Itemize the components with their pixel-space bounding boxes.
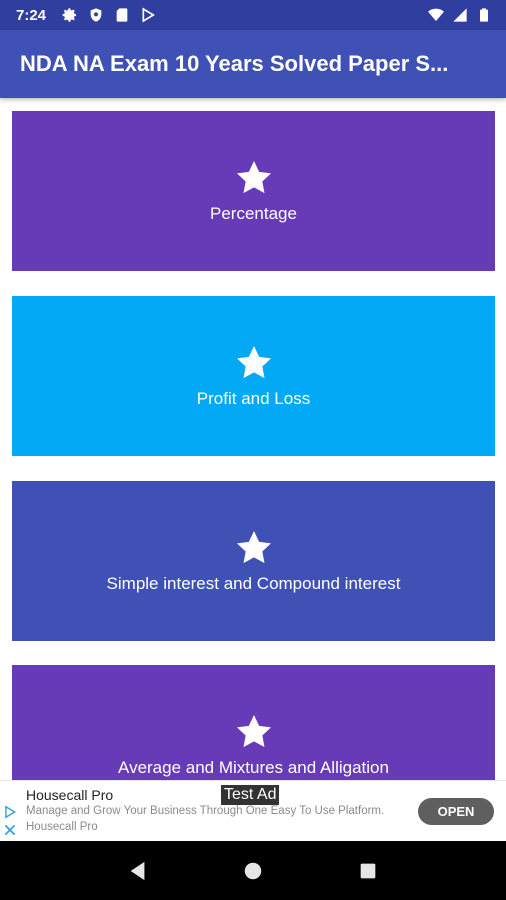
status-icons-left [62, 7, 156, 23]
ad-banner[interactable]: Housecall Pro Manage and Grow Your Busin… [0, 780, 506, 841]
topic-card-label: Simple interest and Compound interest [106, 574, 401, 593]
back-icon[interactable] [127, 860, 149, 882]
ad-description[interactable]: Manage and Grow Your Business Through On… [26, 805, 384, 817]
ad-choices-icon[interactable] [3, 805, 17, 819]
ad-open-button[interactable]: OPEN [418, 798, 494, 825]
sd-card-icon [116, 8, 128, 22]
topic-card-simple-and-compound-interest[interactable]: Simple interest and Compound interest [12, 481, 495, 641]
recents-icon[interactable] [357, 860, 379, 882]
ad-sub-label[interactable]: Housecall Pro [26, 821, 98, 833]
star-icon [236, 715, 271, 748]
topic-card-label: Profit and Loss [196, 389, 311, 408]
battery-icon [480, 8, 488, 22]
star-icon [236, 346, 271, 379]
shield-icon [90, 8, 102, 22]
topic-card-average-and-mixtures[interactable]: Average and Mixtures and Alligation [12, 665, 495, 780]
system-nav-bar [0, 841, 506, 900]
status-bar: 7:24 [0, 0, 506, 30]
status-time: 7:24 [16, 6, 47, 24]
wifi-icon [428, 8, 444, 21]
star-icon [236, 161, 271, 194]
signal-icon [453, 8, 467, 22]
topic-card-profit-and-loss[interactable]: Profit and Loss [12, 296, 495, 456]
play-store-icon [142, 7, 155, 23]
home-icon[interactable] [242, 860, 264, 882]
star-icon [236, 531, 271, 564]
settings-icon [62, 8, 77, 22]
close-icon[interactable] [3, 823, 17, 837]
app-bar: NDA NA Exam 10 Years Solved Paper S... [0, 30, 506, 98]
topic-card-percentage[interactable]: Percentage [12, 111, 495, 271]
app-title: NDA NA Exam 10 Years Solved Paper S... [20, 51, 449, 76]
topic-list[interactable]: Percentage Profit and Loss Simple intere… [0, 98, 506, 780]
ad-advertiser[interactable]: Housecall Pro [26, 787, 113, 803]
status-icons-right [428, 7, 492, 23]
test-ad-label: Test Ad [221, 785, 280, 805]
topic-card-label: Percentage [210, 204, 297, 223]
topic-card-label: Average and Mixtures and Alligation [118, 758, 389, 777]
